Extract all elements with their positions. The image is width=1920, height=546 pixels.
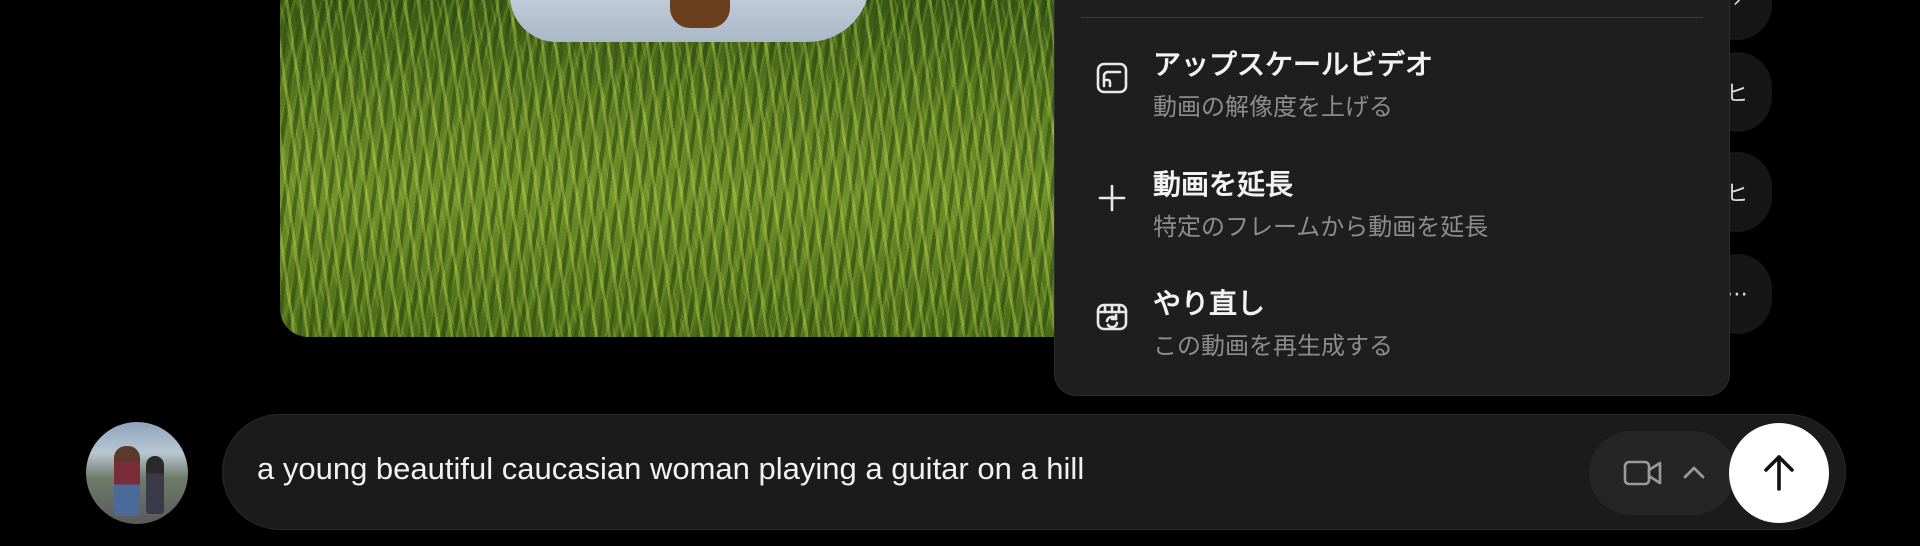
upscale-icon bbox=[1095, 61, 1129, 95]
menu-item-upscale[interactable]: アップスケールビデオ 動画の解像度を上げる bbox=[1055, 23, 1729, 133]
send-button[interactable] bbox=[1729, 423, 1829, 523]
menu-item-title: 動画を延長 bbox=[1153, 168, 1294, 201]
menu-item-title: アップスケールビデオ bbox=[1153, 48, 1434, 81]
app-root: › ヒ ヒ ⋯ アップスケールビデオ 動画の解像度を上げる 動画を延長 特定のフ… bbox=[0, 0, 1920, 546]
menu-item-subtitle: 特定のフレームから動画を延長 bbox=[1153, 213, 1489, 241]
menu-item-extend[interactable]: 動画を延長 特定のフレームから動画を延長 bbox=[1055, 143, 1729, 253]
menu-item-title: やり直し bbox=[1153, 287, 1266, 320]
menu-item-subtitle: 動画の解像度を上げる bbox=[1153, 93, 1393, 121]
video-frame-foot bbox=[670, 0, 730, 28]
side-action-icon: › bbox=[1732, 0, 1742, 13]
plus-icon bbox=[1095, 181, 1129, 215]
avatar-figure bbox=[114, 446, 140, 516]
video-thumbnail[interactable] bbox=[280, 0, 1140, 337]
regenerate-icon bbox=[1095, 300, 1129, 334]
menu-item-redo[interactable]: やり直し この動画を再生成する bbox=[1055, 262, 1729, 372]
arrow-up-icon bbox=[1764, 455, 1794, 491]
user-avatar[interactable] bbox=[86, 422, 188, 524]
prompt-bar[interactable]: a young beautiful caucasian woman playin… bbox=[222, 414, 1846, 530]
menu-item-subtitle: この動画を再生成する bbox=[1153, 332, 1393, 360]
avatar-figure bbox=[146, 456, 164, 514]
chevron-up-icon bbox=[1681, 459, 1707, 487]
media-mode-toggle[interactable] bbox=[1589, 431, 1735, 515]
menu-divider bbox=[1081, 17, 1703, 18]
prompt-input[interactable]: a young beautiful caucasian woman playin… bbox=[257, 451, 1084, 487]
video-camera-icon bbox=[1623, 457, 1663, 489]
video-actions-menu: アップスケールビデオ 動画の解像度を上げる 動画を延長 特定のフレームから動画を… bbox=[1054, 0, 1730, 396]
